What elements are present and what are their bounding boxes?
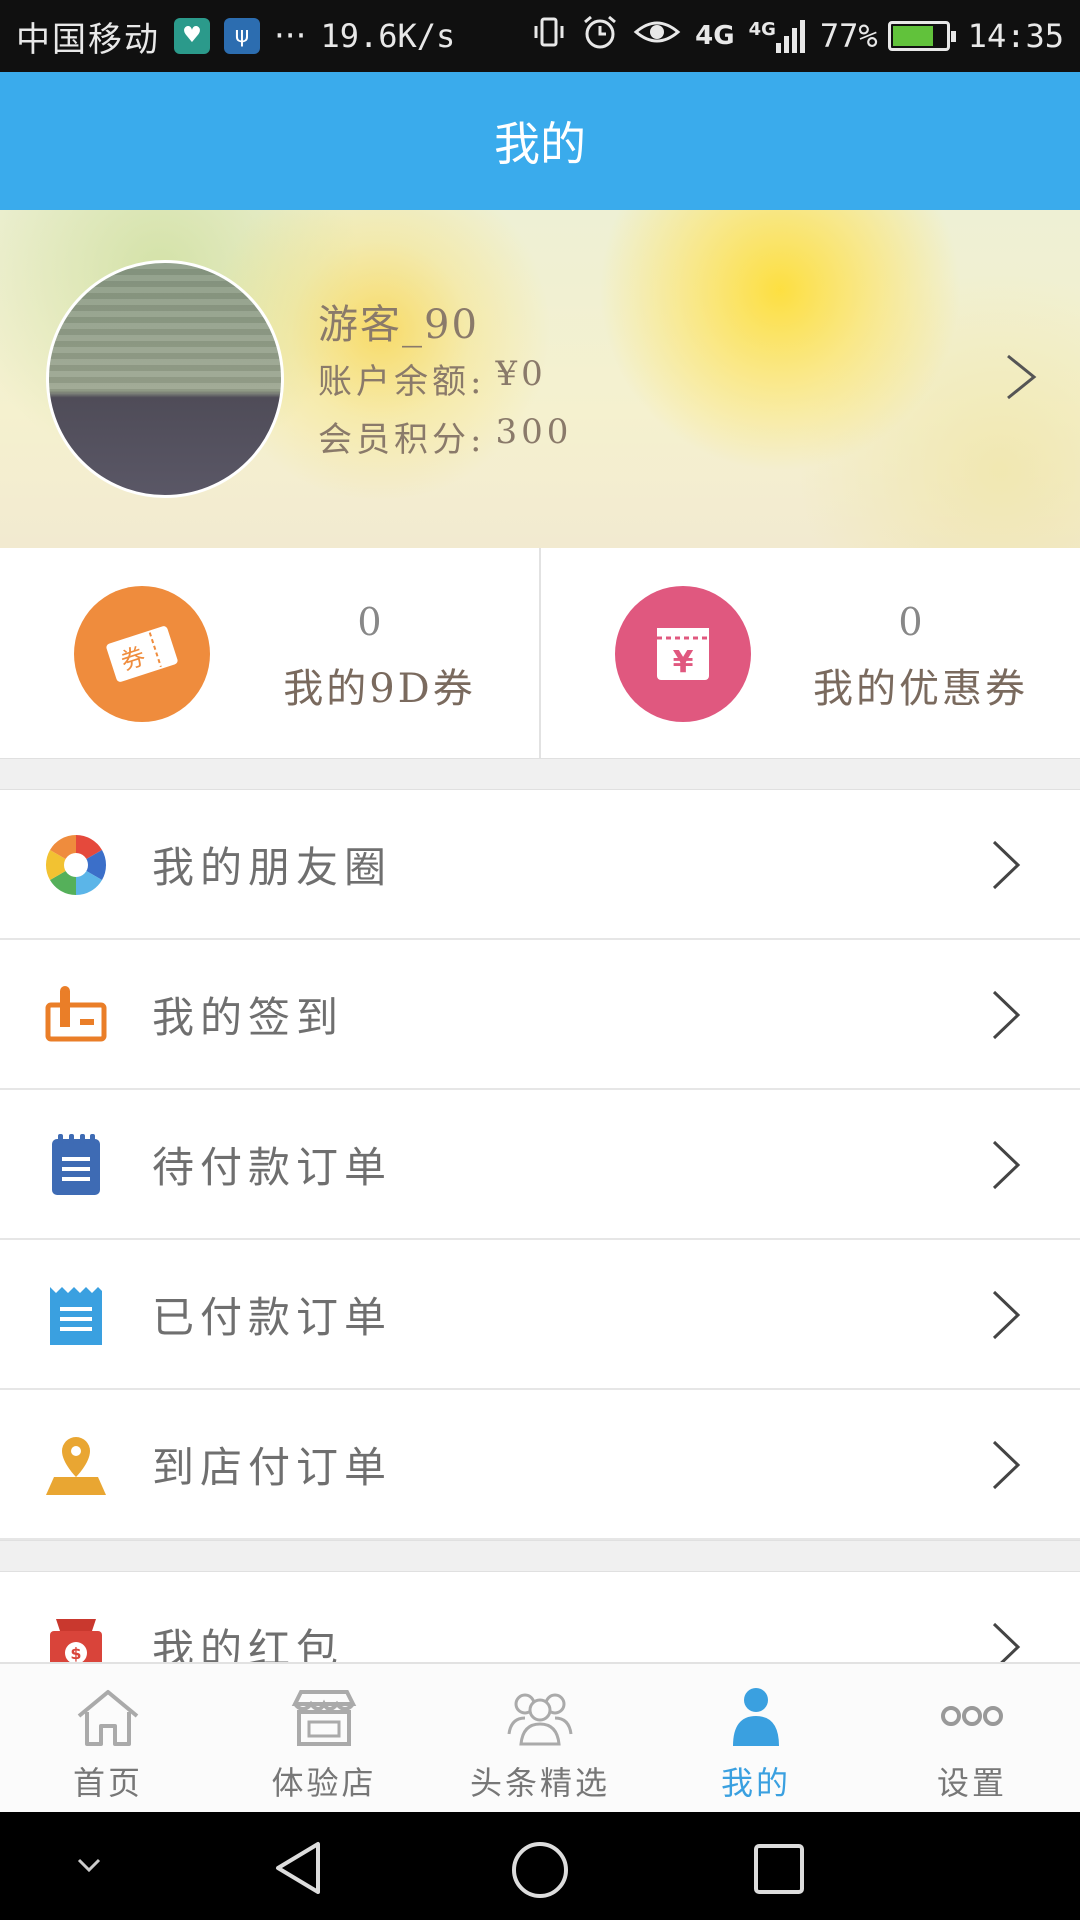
tab-headlines[interactable]: 头条精选 xyxy=(432,1664,648,1812)
balance-row: 账户余额: ¥0 xyxy=(318,354,572,412)
tab-home[interactable]: 首页 xyxy=(0,1664,216,1812)
yen-coupon-icon: ¥ xyxy=(615,586,751,722)
recents-icon[interactable] xyxy=(752,1842,806,1896)
menu-item-paid-orders[interactable]: 已付款订单 xyxy=(0,1240,1080,1390)
coupon-count: 0 xyxy=(357,600,382,644)
coupon-summary: 券 0 我的9D券 ¥ 0 我的优惠券 xyxy=(0,548,1080,758)
points-row: 会员积分: 300 xyxy=(318,412,572,470)
carrier-name: 中国移动 xyxy=(16,19,160,60)
coupon-9d[interactable]: 券 0 我的9D券 xyxy=(0,548,539,758)
menu-item-moments[interactable]: 我的朋友圈 xyxy=(0,790,1080,940)
coupon-label: 我的9D券 xyxy=(283,666,476,712)
coupon-discount[interactable]: ¥ 0 我的优惠券 xyxy=(539,548,1080,758)
avatar[interactable] xyxy=(46,260,284,498)
battery-icon xyxy=(887,21,956,51)
menu-item-label: 我的签到 xyxy=(152,992,345,1042)
usb-icon: ψ xyxy=(224,18,260,54)
receipt-icon xyxy=(50,1287,102,1345)
page-title: 我的 xyxy=(494,117,586,171)
system-navigation-bar xyxy=(0,1812,1080,1920)
location-pin-icon xyxy=(46,1437,106,1495)
health-app-icon: ♥ xyxy=(174,18,210,54)
menu-item-store-pay-orders[interactable]: 到店付订单 xyxy=(0,1390,1080,1540)
menu-item-label: 我的朋友圈 xyxy=(152,842,393,892)
chevron-right-icon xyxy=(992,1290,1021,1340)
profile-card[interactable]: 游客_90 账户余额: ¥0 会员积分: 300 xyxy=(0,210,1080,548)
home-icon xyxy=(77,1690,139,1746)
section-divider xyxy=(0,1540,1080,1572)
check-in-icon xyxy=(45,986,107,1042)
username: 游客_90 xyxy=(318,302,479,348)
menu-list: 我的朋友圈 我的签到 待付款订单 已付款订单 到店付订单 xyxy=(0,790,1080,1540)
menu-item-label: 待付款订单 xyxy=(152,1142,393,1192)
chevron-right-icon xyxy=(992,990,1021,1040)
points-value: 300 xyxy=(495,412,573,452)
collapse-chevron-icon[interactable] xyxy=(74,1850,104,1880)
balance-label: 账户余额: xyxy=(318,362,486,402)
menu-item-pending-orders[interactable]: 待付款订单 xyxy=(0,1090,1080,1240)
tab-mine[interactable]: 我的 xyxy=(648,1664,864,1812)
bottom-tab-bar: 首页 体验店 头条精选 我的 设置 xyxy=(0,1662,1080,1812)
tab-label: 体验店 xyxy=(271,1764,377,1802)
network-type-1: 4G xyxy=(695,21,735,51)
chevron-right-icon xyxy=(992,1140,1021,1190)
signal-icon: 4G xyxy=(749,19,806,53)
tab-label: 头条精选 xyxy=(469,1764,610,1802)
status-bar: 中国移动 ♥ ψ ··· 19.6K/s 4G 4G 77% 14:35 xyxy=(0,0,1080,72)
store-icon xyxy=(291,1690,357,1746)
people-icon xyxy=(507,1693,573,1746)
person-icon xyxy=(733,1688,779,1746)
menu-item-checkin[interactable]: 我的签到 xyxy=(0,940,1080,1090)
menu-item-label: 到店付订单 xyxy=(152,1442,393,1492)
alarm-icon xyxy=(581,13,619,60)
camera-aperture-icon xyxy=(45,835,107,895)
balance-value: ¥0 xyxy=(495,354,547,394)
title-bar: 我的 xyxy=(0,72,1080,210)
section-divider xyxy=(0,758,1080,790)
chevron-right-icon[interactable] xyxy=(1002,352,1042,402)
tab-label: 首页 xyxy=(72,1764,143,1802)
battery-percent: 77% xyxy=(819,17,878,55)
eye-comfort-icon xyxy=(633,14,681,59)
ticket-icon: 券 xyxy=(74,586,210,722)
home-circle-icon[interactable] xyxy=(510,1840,570,1900)
menu-item-label: 已付款订单 xyxy=(152,1292,393,1342)
tab-label: 我的 xyxy=(720,1764,791,1802)
coupon-count: 0 xyxy=(898,600,923,644)
tab-settings[interactable]: 设置 xyxy=(864,1664,1080,1812)
network-speed: 19.6K/s xyxy=(320,17,456,55)
back-icon[interactable] xyxy=(270,1840,326,1896)
chevron-right-icon xyxy=(992,840,1021,890)
battery-fill xyxy=(892,26,933,46)
clock: 14:35 xyxy=(967,17,1064,55)
more-notifications: ··· xyxy=(274,16,307,56)
profile-info: 游客_90 账户余额: ¥0 会员积分: 300 xyxy=(318,292,572,470)
yen-icon-text: ¥ xyxy=(673,645,694,680)
network-type-2: 4G xyxy=(748,19,776,40)
points-label: 会员积分: xyxy=(318,420,486,460)
coupon-label: 我的优惠券 xyxy=(813,666,1028,712)
vibrate-icon xyxy=(531,14,567,59)
notepad-icon xyxy=(52,1134,100,1195)
tab-label: 设置 xyxy=(936,1764,1007,1802)
chevron-right-icon xyxy=(992,1440,1021,1490)
tab-experience-store[interactable]: 体验店 xyxy=(216,1664,432,1812)
more-dots-icon xyxy=(941,1706,1003,1726)
svg-text:$: $ xyxy=(70,1644,81,1663)
